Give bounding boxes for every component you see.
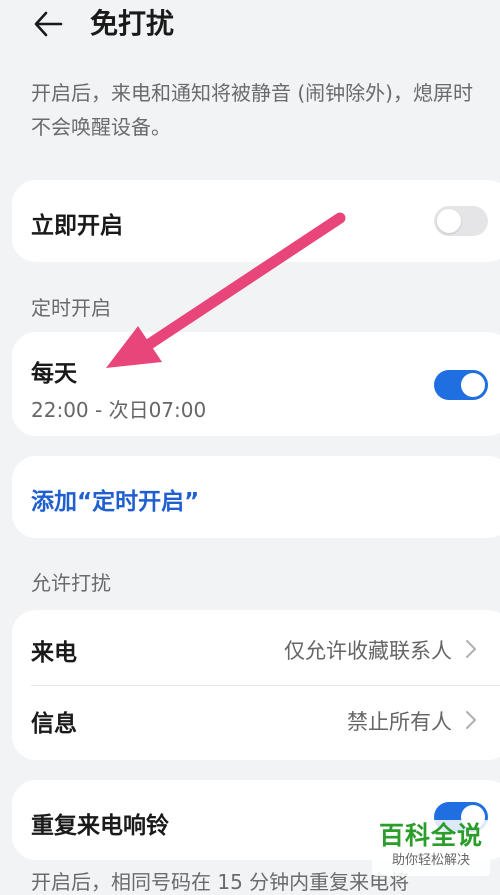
repeat-calls-footnote: 开启后，相同号码在 15 分钟内重复来电将 <box>31 870 410 894</box>
allow-item-messages[interactable]: 信息 禁止所有人 <box>12 686 500 760</box>
allow-item-value: 仅允许收藏联系人 <box>284 639 452 663</box>
chevron-right-icon <box>466 711 476 729</box>
allow-item-value: 禁止所有人 <box>347 710 452 734</box>
immediate-enable-card[interactable]: 立即开启 <box>12 180 500 262</box>
header: 免打扰 <box>0 0 500 48</box>
watermark-logo: 百科全说 助你轻松解决 <box>372 820 490 876</box>
add-schedule-link[interactable]: 添加“定时开启” <box>31 482 199 516</box>
scheduled-section-title: 定时开启 <box>31 296 111 320</box>
allow-item-label: 信息 <box>31 711 77 737</box>
immediate-enable-toggle[interactable] <box>434 206 488 236</box>
arrow-left-icon <box>34 11 63 37</box>
allow-item-calls[interactable]: 来电 仅允许收藏联系人 <box>12 610 500 686</box>
description-text: 开启后，来电和通知将被静音 (闹钟除外)，熄屏时不会唤醒设备。 <box>31 81 473 139</box>
watermark-sub-text: 助你轻松解决 <box>391 853 470 868</box>
add-schedule-card[interactable]: 添加“定时开启” <box>12 456 500 538</box>
allow-section-title: 允许打扰 <box>31 571 111 595</box>
immediate-enable-label: 立即开启 <box>31 213 123 239</box>
page-title: 免打扰 <box>90 7 175 40</box>
back-button[interactable] <box>30 6 66 42</box>
schedule-toggle[interactable] <box>434 370 488 400</box>
toggle-knob <box>437 209 461 233</box>
toggle-knob <box>461 373 485 397</box>
watermark-main-text: 百科全说 <box>378 821 483 850</box>
allow-item-label: 来电 <box>31 640 77 666</box>
chevron-right-icon <box>466 640 476 658</box>
repeat-calls-label: 重复来电响铃 <box>31 813 169 839</box>
schedule-name: 每天 <box>31 361 77 387</box>
schedule-time: 22:00 - 次日07:00 <box>31 398 207 422</box>
schedule-card[interactable]: 每天 22:00 - 次日07:00 <box>12 332 500 436</box>
allow-card: 来电 仅允许收藏联系人 信息 禁止所有人 <box>12 610 500 760</box>
